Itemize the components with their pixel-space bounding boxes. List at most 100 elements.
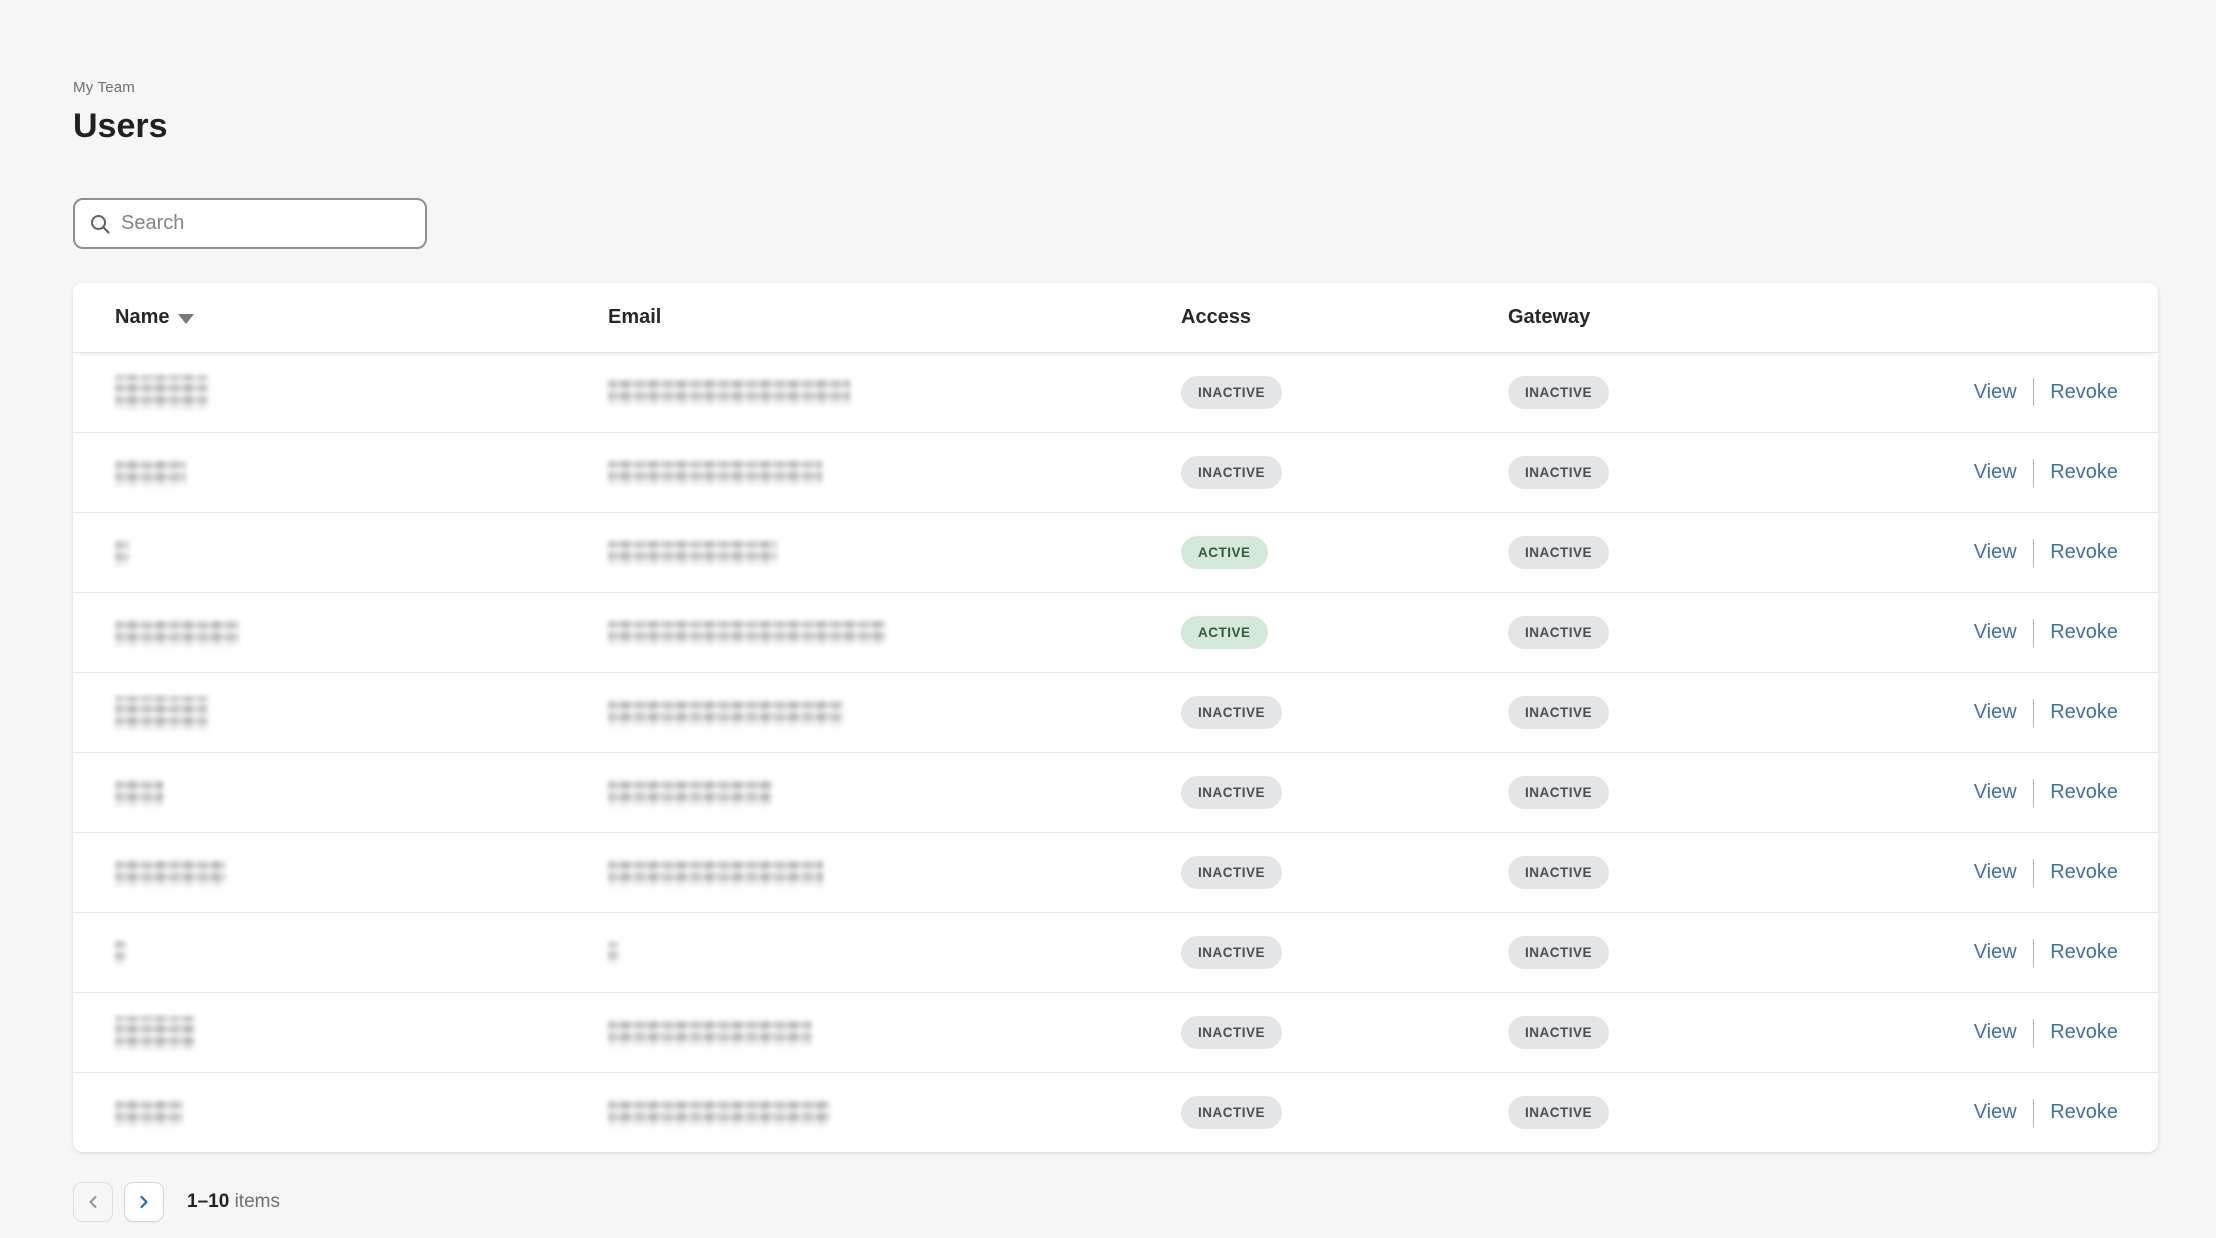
table-row: INACTIVE INACTIVE View Revoke — [73, 912, 2158, 992]
redacted-user-name — [115, 696, 208, 730]
redacted-user-name — [115, 375, 208, 409]
column-header-name[interactable]: Name — [115, 306, 608, 329]
redacted-user-name — [115, 620, 239, 646]
redacted-user-name — [115, 460, 186, 486]
gateway-status-badge: INACTIVE — [1508, 776, 1609, 809]
table-row: INACTIVE INACTIVE View Revoke — [73, 672, 2158, 752]
gateway-status-badge: INACTIVE — [1508, 1016, 1609, 1049]
chevron-right-icon — [137, 1194, 151, 1210]
redacted-user-email — [608, 461, 822, 485]
access-status-badge: INACTIVE — [1181, 696, 1282, 729]
column-header-name-label: Name — [115, 306, 169, 329]
revoke-link[interactable]: Revoke — [2050, 1021, 2118, 1044]
redacted-user-email — [608, 541, 777, 565]
redacted-user-email — [608, 700, 843, 726]
column-header-email: Email — [608, 306, 1181, 329]
redacted-user-name — [115, 1016, 195, 1050]
gateway-status-badge: INACTIVE — [1508, 376, 1609, 409]
column-header-access: Access — [1181, 306, 1508, 329]
redacted-user-email — [608, 1020, 812, 1046]
search-icon — [89, 213, 111, 235]
table-row: INACTIVE INACTIVE View Revoke — [73, 832, 2158, 912]
redacted-user-email — [608, 1100, 830, 1126]
redacted-user-email — [608, 860, 823, 886]
gateway-status-badge: INACTIVE — [1508, 856, 1609, 889]
action-divider — [2033, 939, 2035, 967]
search-box[interactable] — [73, 198, 427, 249]
table-row: INACTIVE INACTIVE View Revoke — [73, 1072, 2158, 1152]
action-divider — [2033, 619, 2035, 647]
revoke-link[interactable]: Revoke — [2050, 861, 2118, 884]
redacted-user-email — [608, 621, 886, 645]
view-link[interactable]: View — [1974, 1021, 2017, 1044]
redacted-user-name — [115, 941, 126, 965]
column-header-access-label: Access — [1181, 306, 1251, 329]
items-label: items — [235, 1191, 280, 1212]
gateway-status-badge: INACTIVE — [1508, 696, 1609, 729]
view-link[interactable]: View — [1974, 781, 2017, 804]
column-header-gateway: Gateway — [1508, 306, 2118, 329]
action-divider — [2033, 539, 2035, 567]
gateway-status-badge: INACTIVE — [1508, 536, 1609, 569]
column-header-gateway-label: Gateway — [1508, 306, 1590, 329]
items-range: 1–10 — [187, 1191, 229, 1212]
search-input[interactable] — [121, 212, 411, 235]
action-divider — [2033, 459, 2035, 487]
action-divider — [2033, 1019, 2035, 1047]
table-row: INACTIVE INACTIVE View Revoke — [73, 992, 2158, 1072]
main-content: My Team Users Name Email Access Gateway — [73, 78, 2158, 1152]
view-link[interactable]: View — [1974, 621, 2017, 644]
access-status-badge: INACTIVE — [1181, 936, 1282, 969]
gateway-status-badge: INACTIVE — [1508, 616, 1609, 649]
revoke-link[interactable]: Revoke — [2050, 701, 2118, 724]
access-status-badge: ACTIVE — [1181, 536, 1268, 569]
table-row: ACTIVE INACTIVE View Revoke — [73, 592, 2158, 672]
table-row: INACTIVE INACTIVE View Revoke — [73, 432, 2158, 512]
view-link[interactable]: View — [1974, 701, 2017, 724]
redacted-user-name — [115, 540, 129, 566]
view-link[interactable]: View — [1974, 381, 2017, 404]
access-status-badge: INACTIVE — [1181, 376, 1282, 409]
revoke-link[interactable]: Revoke — [2050, 1101, 2118, 1124]
redacted-user-email — [608, 379, 850, 405]
table-body: INACTIVE INACTIVE View Revoke INACTIVE I… — [73, 352, 2158, 1152]
access-status-badge: INACTIVE — [1181, 776, 1282, 809]
redacted-user-email — [608, 780, 772, 806]
action-divider — [2033, 378, 2035, 406]
access-status-badge: INACTIVE — [1181, 856, 1282, 889]
chevron-left-icon — [86, 1194, 100, 1210]
table-row: ACTIVE INACTIVE View Revoke — [73, 512, 2158, 592]
revoke-link[interactable]: Revoke — [2050, 781, 2118, 804]
action-divider — [2033, 699, 2035, 727]
access-status-badge: ACTIVE — [1181, 616, 1268, 649]
revoke-link[interactable]: Revoke — [2050, 461, 2118, 484]
breadcrumb[interactable]: My Team — [73, 78, 2158, 98]
sort-descending-icon — [178, 314, 194, 324]
table-row: INACTIVE INACTIVE View Revoke — [73, 352, 2158, 432]
view-link[interactable]: View — [1974, 861, 2017, 884]
action-divider — [2033, 1099, 2035, 1127]
revoke-link[interactable]: Revoke — [2050, 941, 2118, 964]
revoke-link[interactable]: Revoke — [2050, 381, 2118, 404]
next-page-button[interactable] — [124, 1182, 164, 1222]
action-divider — [2033, 779, 2035, 807]
access-status-badge: INACTIVE — [1181, 456, 1282, 489]
users-table-card: Name Email Access Gateway INACTIVE INACT… — [73, 283, 2158, 1152]
revoke-link[interactable]: Revoke — [2050, 541, 2118, 564]
revoke-link[interactable]: Revoke — [2050, 621, 2118, 644]
view-link[interactable]: View — [1974, 461, 2017, 484]
view-link[interactable]: View — [1974, 941, 2017, 964]
table-row: INACTIVE INACTIVE View Revoke — [73, 752, 2158, 832]
view-link[interactable]: View — [1974, 1101, 2017, 1124]
pagination: 1–10 items — [73, 1182, 280, 1222]
table-header-row: Name Email Access Gateway — [73, 283, 2158, 352]
redacted-user-name — [115, 1100, 183, 1126]
gateway-status-badge: INACTIVE — [1508, 456, 1609, 489]
view-link[interactable]: View — [1974, 541, 2017, 564]
redacted-user-email — [608, 942, 619, 964]
redacted-user-name — [115, 860, 226, 886]
items-count: 1–10 items — [187, 1191, 280, 1213]
column-header-email-label: Email — [608, 306, 661, 329]
gateway-status-badge: INACTIVE — [1508, 1096, 1609, 1129]
previous-page-button[interactable] — [73, 1182, 113, 1222]
